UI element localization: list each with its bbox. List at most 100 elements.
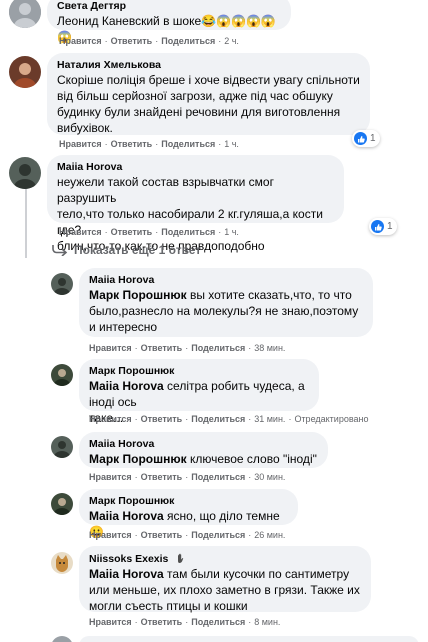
avatar[interactable] bbox=[9, 56, 41, 88]
like-button[interactable]: Нравится bbox=[89, 343, 132, 353]
reply-bubble: Maiia Horova Марк Порошнюк ключевое слов… bbox=[79, 432, 328, 468]
reaction-count[interactable]: 1 bbox=[352, 130, 380, 147]
like-button[interactable]: Нравится bbox=[59, 227, 102, 237]
separator: · bbox=[185, 530, 189, 540]
separator: · bbox=[134, 414, 138, 424]
edited-label: Отредактировано bbox=[294, 414, 369, 424]
waving-hand-icon bbox=[178, 553, 184, 563]
reply-button[interactable]: Ответить bbox=[141, 343, 183, 353]
reply-actions: Нравится · Ответить · Поделиться · 26 мин. bbox=[89, 530, 285, 541]
separator: · bbox=[134, 343, 138, 353]
like-button[interactable]: Нравится bbox=[89, 530, 132, 540]
comment-author[interactable]: Maiia Horova bbox=[57, 161, 334, 174]
share-button[interactable]: Поделиться bbox=[161, 139, 215, 149]
share-button[interactable]: Поделиться bbox=[191, 343, 245, 353]
separator: · bbox=[155, 36, 159, 46]
profile-photo-icon bbox=[51, 436, 73, 458]
like-icon bbox=[354, 132, 367, 145]
separator: · bbox=[134, 472, 138, 482]
reaction-count-label: 1 bbox=[387, 221, 393, 232]
timestamp[interactable]: 30 мин. bbox=[254, 472, 285, 482]
separator: · bbox=[134, 617, 138, 627]
comment-actions: Нравится · Ответить · Поделиться · 1 ч. bbox=[59, 227, 239, 238]
like-button[interactable]: Нравится bbox=[59, 36, 102, 46]
share-button[interactable]: Поделиться bbox=[191, 617, 245, 627]
reply-author[interactable]: Марк Порошнюк bbox=[89, 495, 288, 508]
reaction-count-label: 1 bbox=[370, 133, 376, 144]
timestamp[interactable]: 8 мин. bbox=[254, 617, 280, 627]
like-button[interactable]: Нравится bbox=[89, 472, 132, 482]
comment-bubble: Света Дегтяр Леонид Каневский в шоке😂😱😱😱… bbox=[47, 0, 291, 44]
comment-actions: Нравится · Ответить · Поделиться · 2 ч. bbox=[59, 36, 239, 47]
reply-actions: Нравится · Ответить · Поделиться · 30 мин. bbox=[89, 472, 285, 483]
comment-author[interactable]: Наталия Хмелькова bbox=[57, 59, 360, 72]
profile-photo-icon bbox=[51, 493, 73, 515]
like-icon bbox=[371, 220, 384, 233]
reply-text: Марк Порошнюк вы хотите сказать,что, то … bbox=[89, 287, 363, 335]
thread-line bbox=[25, 188, 27, 258]
mention-link[interactable]: Марк Порошнюк bbox=[89, 288, 187, 302]
timestamp[interactable]: 2 ч. bbox=[224, 36, 239, 46]
comment-text: Скоріше поліція бреше і хоче відвести ув… bbox=[57, 73, 360, 135]
comment-bubble: Наталия Хмелькова Скоріше поліція бреше … bbox=[47, 53, 370, 135]
separator: · bbox=[104, 36, 108, 46]
reply-button[interactable]: Ответить bbox=[141, 530, 183, 540]
reply-text: Марк Порошнюк ключевое слово "іноді" bbox=[89, 451, 318, 467]
comment-text: неужели такой состав взрывчатки смог раз… bbox=[57, 175, 323, 253]
timestamp[interactable]: 38 мин. bbox=[254, 343, 285, 353]
timestamp[interactable]: 26 мин. bbox=[254, 530, 285, 540]
like-button[interactable]: Нравится bbox=[59, 139, 102, 149]
mention-link[interactable]: Maiia Horova bbox=[89, 567, 164, 581]
separator: · bbox=[104, 227, 108, 237]
mention-link[interactable]: Maiia Horova bbox=[89, 509, 164, 523]
avatar[interactable] bbox=[51, 273, 73, 295]
reply-button[interactable]: Ответить bbox=[111, 139, 153, 149]
separator: · bbox=[248, 343, 252, 353]
separator: · bbox=[218, 227, 222, 237]
profile-photo-icon bbox=[9, 56, 41, 88]
reply-author: Niissoks Exexis bbox=[89, 552, 361, 566]
comment-input-partial[interactable] bbox=[79, 636, 419, 642]
reply-button[interactable]: Ответить bbox=[141, 617, 183, 627]
separator: · bbox=[104, 139, 108, 149]
separator: · bbox=[185, 414, 189, 424]
like-button[interactable]: Нравится bbox=[89, 617, 132, 627]
reply-text: Maiia Horova там были кусочки по сантиме… bbox=[89, 566, 361, 614]
reply-author[interactable]: Maiia Horova bbox=[89, 274, 363, 287]
comment-author[interactable]: Света Дегтяр bbox=[57, 0, 281, 13]
separator: · bbox=[185, 343, 189, 353]
share-button[interactable]: Поделиться bbox=[191, 472, 245, 482]
separator: · bbox=[155, 227, 159, 237]
show-more-replies-button[interactable]: Показать ещё 1 ответ bbox=[52, 243, 201, 257]
reply-author[interactable]: Maiia Horova bbox=[89, 438, 318, 451]
mention-link[interactable]: Марк Порошнюк bbox=[89, 452, 187, 466]
timestamp[interactable]: 1 ч. bbox=[224, 139, 239, 149]
avatar[interactable] bbox=[51, 552, 73, 574]
avatar[interactable] bbox=[51, 364, 73, 386]
share-button[interactable]: Поделиться bbox=[161, 36, 215, 46]
avatar[interactable] bbox=[51, 493, 73, 515]
reply-button[interactable]: Ответить bbox=[111, 36, 153, 46]
share-button[interactable]: Поделиться bbox=[191, 414, 245, 424]
mention-link[interactable]: Maiia Horova bbox=[89, 379, 164, 393]
timestamp[interactable]: 31 мин. bbox=[254, 414, 285, 424]
avatar[interactable] bbox=[9, 0, 41, 28]
avatar bbox=[51, 636, 73, 642]
share-button[interactable]: Поделиться bbox=[191, 530, 245, 540]
avatar[interactable] bbox=[9, 157, 41, 189]
reply-author[interactable]: Марк Порошнюк bbox=[89, 365, 309, 378]
reply-author-name[interactable]: Niissoks Exexis bbox=[89, 553, 168, 565]
reply-arrow-icon bbox=[52, 245, 68, 256]
reply-button[interactable]: Ответить bbox=[111, 227, 153, 237]
timestamp[interactable]: 1 ч. bbox=[224, 227, 239, 237]
reply-button[interactable]: Ответить bbox=[141, 472, 183, 482]
share-button[interactable]: Поделиться bbox=[161, 227, 215, 237]
reply-bubble: Niissoks Exexis Maiia Horova там были ку… bbox=[79, 546, 371, 614]
separator: · bbox=[218, 139, 222, 149]
reaction-count[interactable]: 1 bbox=[369, 218, 397, 235]
avatar[interactable] bbox=[51, 436, 73, 458]
reply-body: ключевое слово "іноді" bbox=[186, 452, 317, 466]
separator: · bbox=[134, 530, 138, 540]
reply-button[interactable]: Ответить bbox=[141, 414, 183, 424]
like-button[interactable]: Нравится bbox=[89, 414, 132, 424]
